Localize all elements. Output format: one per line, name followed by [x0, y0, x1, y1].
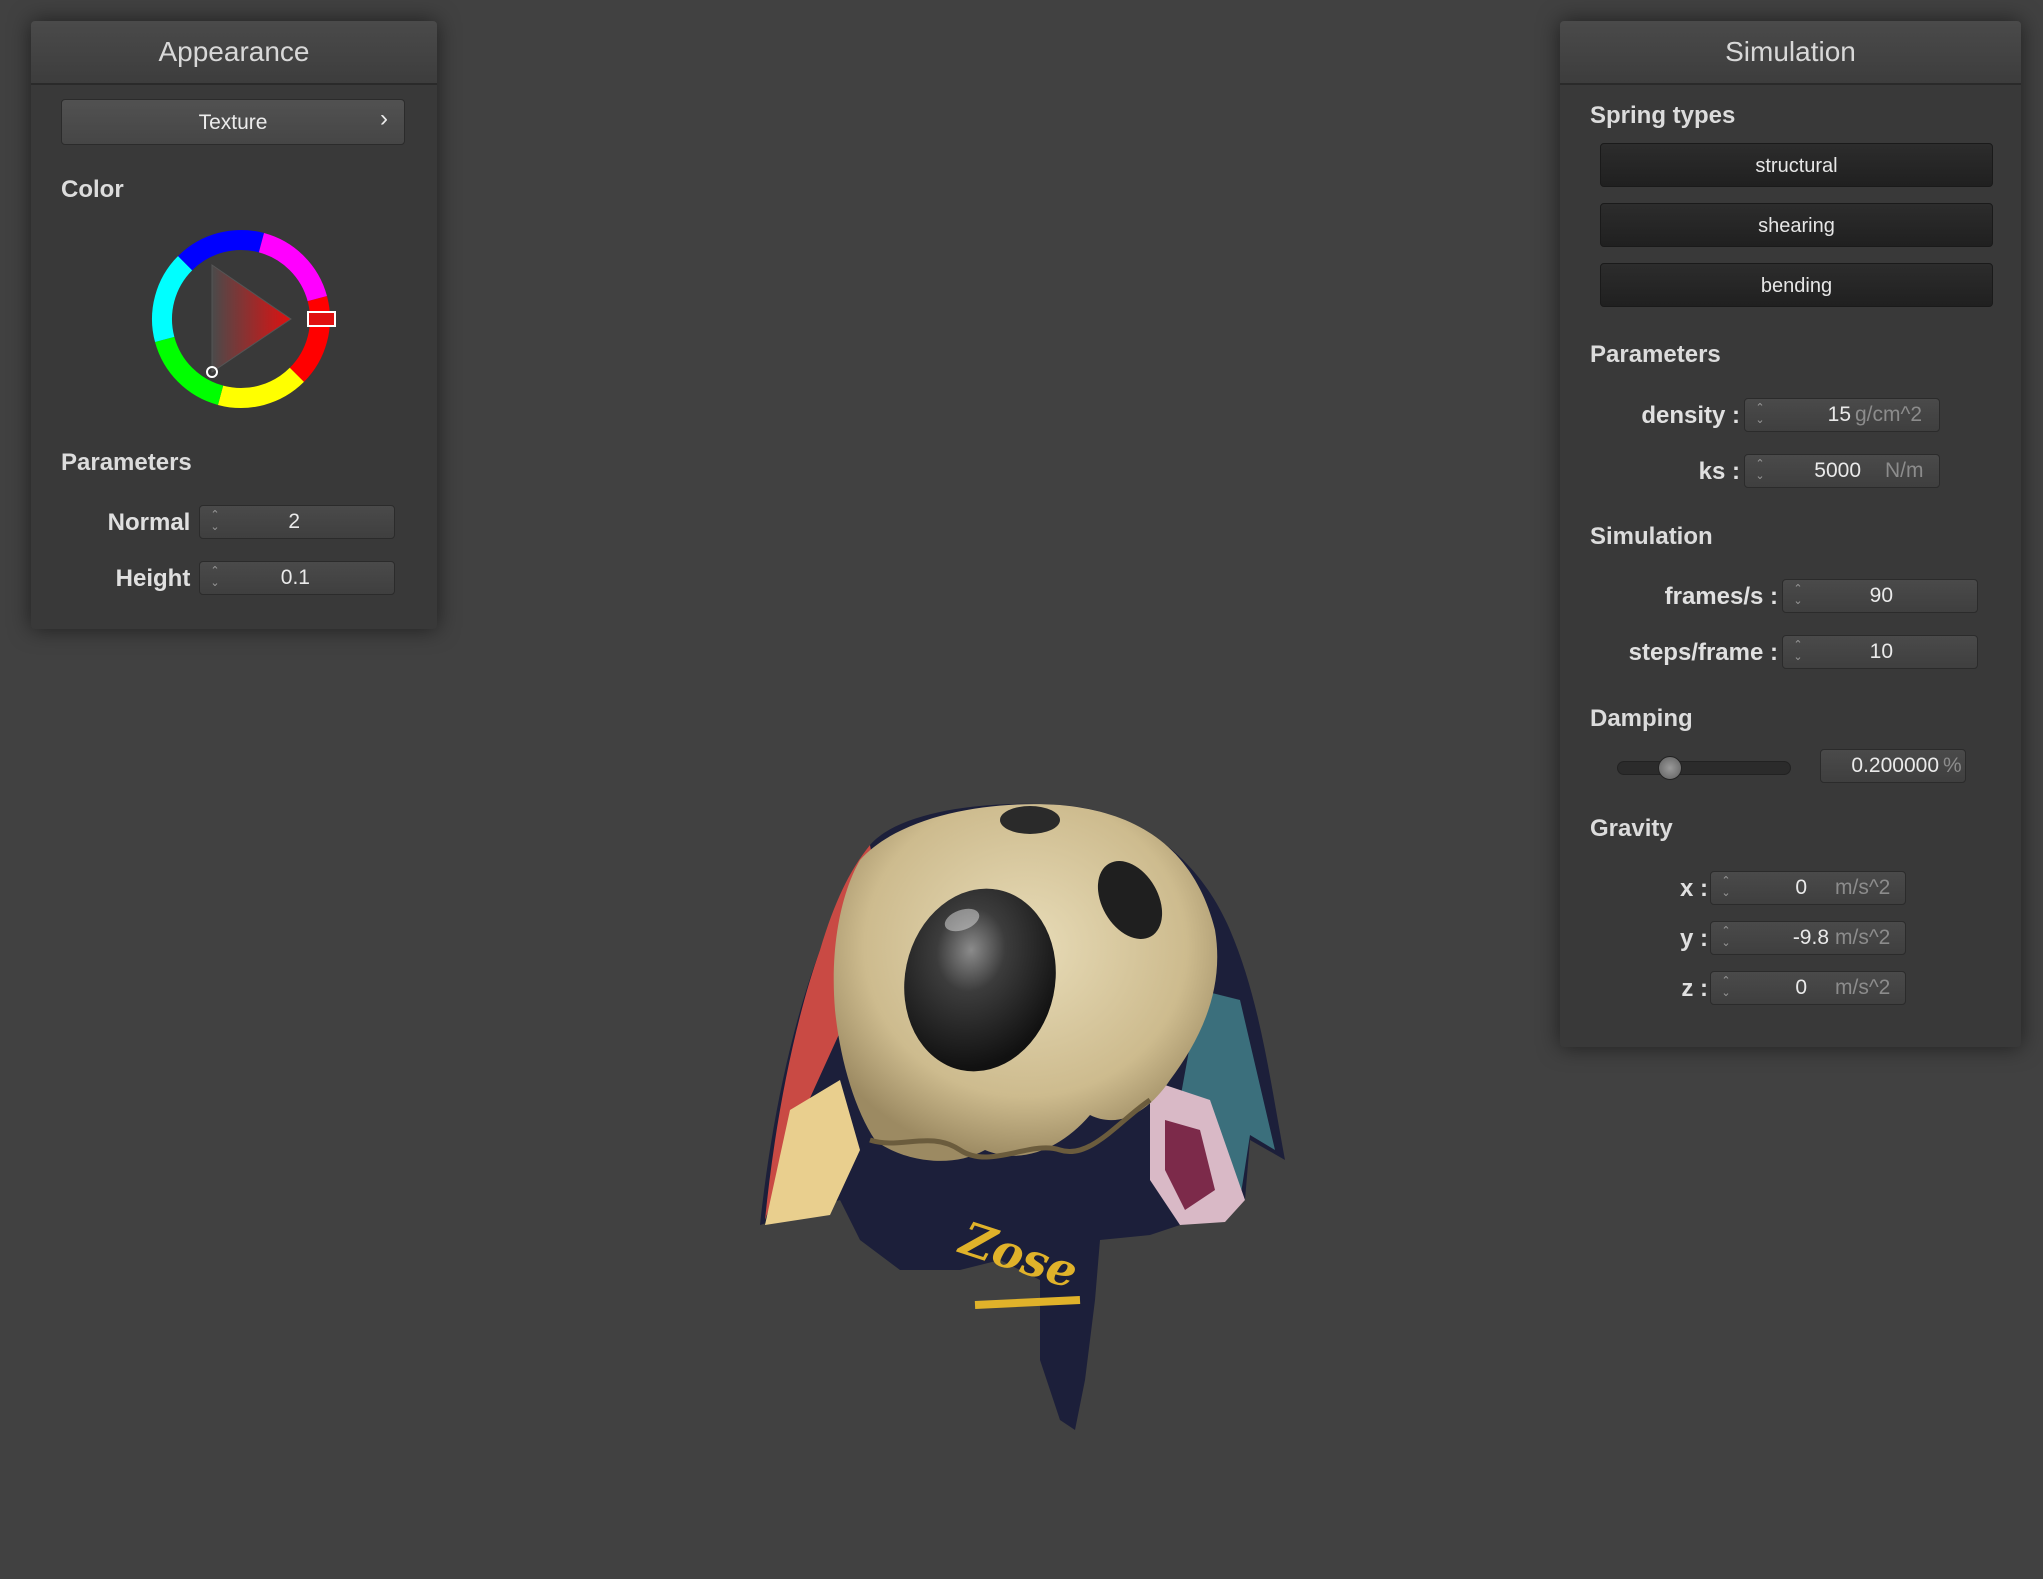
- texture-button[interactable]: Texture ›: [61, 99, 405, 145]
- gravity-title: Gravity: [1590, 815, 1673, 842]
- gravity-z-value: 0: [1795, 976, 1807, 999]
- spinner-icon[interactable]: ⌃ ⌄: [208, 565, 222, 591]
- gravity-z-label: z :: [1681, 975, 1708, 1002]
- gravity-z-input[interactable]: ⌃ ⌄ 0 m/s^2: [1710, 971, 1906, 1005]
- damping-slider-handle[interactable]: [1657, 756, 1682, 780]
- density-value: 15: [1827, 403, 1851, 426]
- simulation-section-title: Simulation: [1590, 523, 1713, 550]
- gravity-y-label: y :: [1679, 925, 1708, 952]
- density-label: density :: [1641, 402, 1740, 429]
- shearing-button[interactable]: shearing: [1600, 203, 1993, 247]
- gravity-z-unit: m/s^2: [1835, 976, 1891, 999]
- damping-title: Damping: [1590, 705, 1693, 732]
- gravity-y-input[interactable]: ⌃ ⌄ -9.8 m/s^2: [1710, 921, 1906, 955]
- fps-label: frames/s :: [1664, 583, 1778, 610]
- color-title: Color: [61, 176, 124, 203]
- ks-value: 5000: [1814, 459, 1861, 482]
- fps-value: 90: [1869, 584, 1893, 607]
- steps-value: 10: [1869, 640, 1893, 663]
- steps-label: steps/frame :: [1628, 639, 1778, 666]
- spinner-icon[interactable]: ⌃ ⌄: [1719, 975, 1733, 1001]
- simulation-parameters-title: Parameters: [1590, 341, 1721, 368]
- damping-slider[interactable]: [1617, 756, 1791, 780]
- normal-value: 2: [288, 510, 300, 533]
- height-label: Height :: [115, 565, 205, 592]
- fps-input[interactable]: ⌃ ⌄ 90: [1782, 579, 1978, 613]
- normal-input[interactable]: ⌃ ⌄ 2: [199, 505, 395, 539]
- density-input[interactable]: ⌃ ⌄ 15 g/cm^2: [1744, 398, 1940, 432]
- appearance-parameters-title: Parameters: [61, 449, 192, 476]
- spinner-icon[interactable]: ⌃ ⌄: [1753, 458, 1767, 484]
- spinner-icon[interactable]: ⌃ ⌄: [1719, 875, 1733, 901]
- gravity-x-input[interactable]: ⌃ ⌄ 0 m/s^2: [1710, 871, 1906, 905]
- gravity-x-value: 0: [1795, 876, 1807, 899]
- structural-button[interactable]: structural: [1600, 143, 1993, 187]
- gravity-x-unit: m/s^2: [1835, 876, 1891, 899]
- spinner-icon[interactable]: ⌃ ⌄: [1719, 925, 1733, 951]
- ks-unit: N/m: [1885, 459, 1924, 482]
- damping-unit: %: [1943, 754, 1962, 777]
- appearance-panel: Appearance Texture › Color Parameters No…: [31, 21, 437, 629]
- density-unit: g/cm^2: [1855, 403, 1923, 426]
- bending-button[interactable]: bending: [1600, 263, 1993, 307]
- color-wheel[interactable]: [149, 227, 339, 417]
- appearance-panel-title[interactable]: Appearance: [31, 21, 437, 85]
- gravity-y-value: -9.8: [1792, 926, 1829, 949]
- simulation-panel-title[interactable]: Simulation: [1560, 21, 2021, 85]
- spinner-icon[interactable]: ⌃ ⌄: [1791, 639, 1805, 665]
- chevron-right-icon: ›: [380, 105, 388, 132]
- ks-label: ks :: [1698, 458, 1740, 485]
- normal-label: Normal :: [107, 509, 205, 536]
- damping-input[interactable]: 0.200000 %: [1820, 749, 1966, 783]
- gravity-y-unit: m/s^2: [1835, 926, 1891, 949]
- texture-button-label: Texture: [198, 111, 268, 134]
- spinner-icon[interactable]: ⌃ ⌄: [208, 509, 222, 535]
- simulation-panel: Simulation Spring types structural shear…: [1560, 21, 2021, 1047]
- damping-value: 0.200000: [1851, 754, 1939, 777]
- gravity-x-label: x :: [1679, 875, 1708, 902]
- ks-input[interactable]: ⌃ ⌄ 5000 N/m: [1744, 454, 1940, 488]
- spring-types-title: Spring types: [1590, 102, 1736, 129]
- steps-input[interactable]: ⌃ ⌄ 10: [1782, 635, 1978, 669]
- height-input[interactable]: ⌃ ⌄ 0.1: [199, 561, 395, 595]
- spinner-icon[interactable]: ⌃ ⌄: [1791, 583, 1805, 609]
- spinner-icon[interactable]: ⌃ ⌄: [1753, 402, 1767, 428]
- height-value: 0.1: [280, 566, 310, 589]
